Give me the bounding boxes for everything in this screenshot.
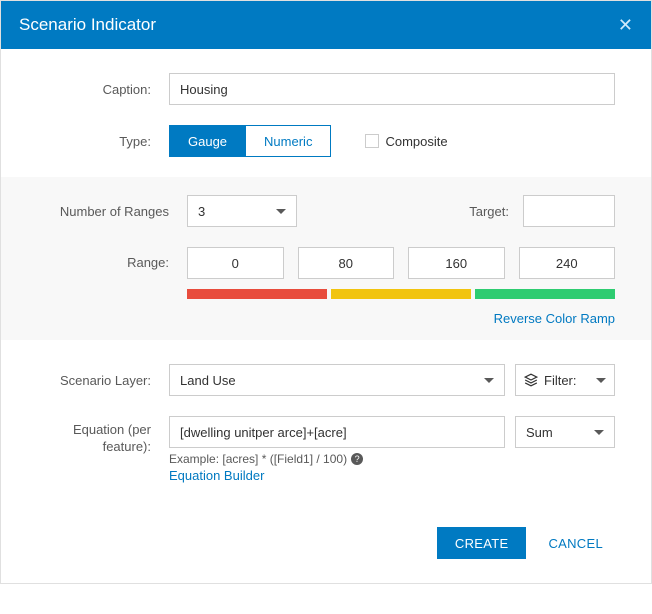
ranges-panel: Number of Ranges 3 Target: Range:	[1, 177, 651, 340]
type-label: Type:	[37, 134, 169, 149]
range-value-1[interactable]	[298, 247, 395, 279]
range-value-2[interactable]	[408, 247, 505, 279]
ramp-segment-yellow	[331, 289, 471, 299]
help-icon[interactable]: ?	[351, 453, 363, 465]
composite-checkbox[interactable]	[365, 134, 379, 148]
number-of-ranges-label: Number of Ranges	[37, 204, 187, 219]
scenario-layer-select[interactable]: Land Use	[169, 364, 505, 396]
range-value-3[interactable]	[519, 247, 616, 279]
number-of-ranges-value: 3	[198, 204, 205, 219]
caption-input[interactable]	[169, 73, 615, 105]
dialog-footer: CREATE CANCEL	[1, 503, 651, 583]
equation-row: Equation (per feature): Sum Example: [ac…	[37, 416, 615, 483]
chevron-down-icon	[596, 378, 606, 383]
target-label: Target:	[469, 204, 509, 219]
ramp-segment-red	[187, 289, 327, 299]
filter-label: Filter:	[544, 373, 577, 388]
filter-button[interactable]: Filter:	[515, 364, 615, 396]
type-gauge-button[interactable]: Gauge	[169, 125, 246, 157]
dialog-body: Caption: Type: Gauge Numeric Composite N…	[1, 49, 651, 483]
layers-icon	[524, 373, 538, 387]
create-button[interactable]: CREATE	[437, 527, 527, 559]
ramp-segment-green	[475, 289, 615, 299]
scenario-layer-row: Scenario Layer: Land Use	[37, 364, 615, 396]
caption-label: Caption:	[37, 82, 169, 97]
range-label: Range:	[37, 247, 187, 279]
ranges-top-row: Number of Ranges 3 Target:	[37, 195, 615, 227]
type-row: Type: Gauge Numeric Composite	[37, 125, 615, 157]
color-ramp	[187, 289, 615, 299]
scenario-section: Scenario Layer: Land Use	[37, 340, 615, 483]
target-input[interactable]	[523, 195, 615, 227]
equation-builder-link[interactable]: Equation Builder	[169, 468, 615, 483]
chevron-down-icon	[594, 430, 604, 435]
dialog-title: Scenario Indicator	[19, 15, 156, 35]
scenario-indicator-dialog: Scenario Indicator ✕ Caption: Type: Gaug…	[0, 0, 652, 584]
chevron-down-icon	[276, 209, 286, 214]
aggregation-select[interactable]: Sum	[515, 416, 615, 448]
type-numeric-button[interactable]: Numeric	[246, 125, 331, 157]
scenario-layer-value: Land Use	[180, 373, 236, 388]
caption-row: Caption:	[37, 73, 615, 105]
type-toggle: Gauge Numeric	[169, 125, 331, 157]
number-of-ranges-select[interactable]: 3	[187, 195, 297, 227]
target-group: Target:	[469, 195, 615, 227]
cancel-button[interactable]: CANCEL	[536, 527, 615, 559]
composite-label: Composite	[385, 134, 447, 149]
range-value-0[interactable]	[187, 247, 284, 279]
composite-option: Composite	[365, 134, 447, 149]
chevron-down-icon	[484, 378, 494, 383]
titlebar: Scenario Indicator ✕	[1, 1, 651, 49]
range-inputs-row: Range:	[37, 247, 615, 279]
scenario-layer-label: Scenario Layer:	[37, 373, 169, 388]
close-icon[interactable]: ✕	[618, 15, 633, 36]
reverse-color-ramp-link[interactable]: Reverse Color Ramp	[37, 311, 615, 326]
equation-example: Example: [acres] * ([Field1] / 100) ?	[169, 452, 615, 466]
equation-input[interactable]	[169, 416, 505, 448]
equation-label: Equation (per feature):	[37, 416, 169, 456]
aggregation-value: Sum	[526, 425, 553, 440]
